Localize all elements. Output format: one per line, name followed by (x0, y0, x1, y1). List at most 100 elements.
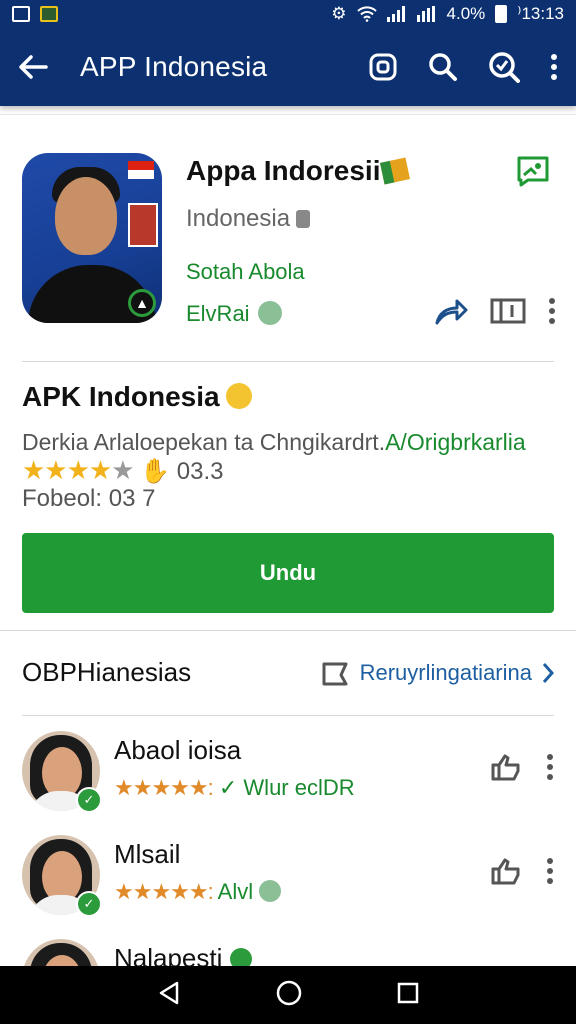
divider (22, 361, 554, 362)
clock: ⁾13:13 (517, 4, 564, 23)
smile-emoji-icon (225, 383, 252, 409)
verified-badge-icon: ✓ (76, 787, 102, 813)
lock-icon (296, 210, 311, 228)
bookmark-image-icon (517, 156, 549, 187)
list-item-name: Abaol ioisa (114, 735, 242, 765)
app-developer[interactable]: Indonesia (186, 205, 311, 233)
rating-value: 03.3 (176, 458, 224, 485)
triangle-back-icon (160, 981, 179, 1004)
list-item-sub-text: Wlur eclDR (243, 775, 355, 800)
rating-row: ★★★★★ ✋ 03.3 (22, 455, 224, 486)
verified-icon (257, 301, 282, 325)
list-item[interactable]: Nalapesti (22, 939, 554, 966)
list-item[interactable]: ✓ Abaol ioisa ★★★★★: ✓ Wlur eclDR (22, 731, 554, 821)
see-all-link[interactable]: Reruyrlingatiarina (320, 659, 554, 687)
app-meta: ElvRai (186, 301, 282, 327)
like-icon (491, 858, 520, 885)
share-button[interactable] (434, 295, 468, 332)
tag-search-icon (489, 52, 520, 83)
bookmark-button[interactable] (516, 155, 550, 192)
square-recents-icon (397, 982, 418, 1003)
download-count: Fobeol: 03 7 (22, 485, 156, 512)
meta-text: ElvRai (186, 301, 250, 326)
rating-stars: ★★★★★: (114, 775, 214, 800)
app-name: Appa Indoresii (186, 155, 411, 187)
gallery-button[interactable] (490, 297, 526, 330)
gallery-icon (490, 298, 526, 324)
like-icon (491, 754, 520, 781)
gallery-notification-icon (12, 6, 30, 22)
list-item[interactable]: ✓ Mlsail ★★★★★: Alvl (22, 835, 554, 925)
list-item-sub: ★★★★★: ✓ Wlur eclDR (114, 775, 355, 801)
more-options-button[interactable] (550, 54, 558, 80)
more-vert-icon (547, 754, 553, 780)
item-more-button[interactable] (546, 754, 554, 785)
nav-recents-button[interactable] (396, 981, 420, 1010)
list-header: OBPHianesias Reruyrlingatiarina (22, 657, 554, 688)
list-item-name-text: Nalapesti (114, 943, 223, 966)
arrow-left-icon (19, 55, 48, 79)
circle-home-icon (276, 980, 302, 1005)
portrait-face (55, 177, 117, 255)
app-bar: APP Indonesia (0, 28, 576, 106)
like-button[interactable] (490, 857, 522, 890)
app-icon[interactable]: ▲ (22, 153, 162, 323)
description-text: Derkia Arlaloepekan ta Chngikardrt. (22, 429, 386, 455)
search-icon (429, 53, 457, 81)
screen-icon (369, 53, 397, 81)
chevron-right-icon (542, 662, 554, 683)
list-item-name: Mlsail (114, 839, 181, 869)
share-icon (435, 299, 468, 325)
wifi-icon (356, 6, 377, 22)
more-vert-icon (547, 858, 553, 884)
screen-button[interactable] (368, 52, 398, 82)
tag-search-button[interactable] (488, 51, 520, 83)
developer-text: Indonesia (186, 205, 291, 232)
battery-icon (495, 5, 508, 23)
flag-icon (128, 161, 154, 179)
description-link[interactable]: A/Origbrkarlia (385, 429, 526, 455)
rating-stars: ★★★★★ (22, 455, 135, 485)
list-card: OBPHianesias Reruyrlingatiarina ✓ Abaol … (0, 630, 576, 966)
verified-badge-icon: ✓ (76, 891, 102, 917)
check-icon: ✓ (218, 775, 238, 800)
list-title: OBPHianesias (22, 657, 192, 687)
bookmark-outline-icon (322, 662, 348, 685)
app-notification-icon (40, 6, 58, 22)
clap-icon: ✋ (140, 458, 171, 485)
content-area: ▲ Appa Indoresii Indonesia Sotah Abola E… (0, 106, 576, 966)
verified-icon (259, 880, 282, 902)
verified-icon (229, 948, 252, 966)
nav-back-button[interactable] (156, 980, 182, 1011)
avatar (22, 939, 100, 966)
poster-image (128, 203, 158, 247)
navigation-bar (0, 966, 576, 1024)
tag-icon (380, 157, 411, 185)
app-more-button[interactable] (548, 298, 556, 329)
description: Derkia Arlaloepekan ta Chngikardrt.A/Ori… (22, 429, 526, 456)
list-item-sub: ★★★★★: Alvl (114, 879, 282, 905)
like-button[interactable] (490, 753, 522, 786)
rating-stars: ★★★★★: (114, 879, 214, 904)
app-info-card: ▲ Appa Indoresii Indonesia Sotah Abola E… (0, 114, 576, 634)
settings-status-icon: ⚙ (331, 4, 347, 23)
status-bar: ⚙ 4.0% ⁾13:13 (0, 0, 576, 28)
signal-2-icon (416, 6, 435, 22)
section-title-text: APK Indonesia (22, 381, 220, 412)
item-more-button[interactable] (546, 858, 554, 889)
page-title: APP Indonesia (80, 51, 268, 82)
app-subtitle: Sotah Abola (186, 259, 305, 284)
more-vert-icon (551, 54, 557, 80)
more-vert-icon (549, 298, 555, 324)
search-button[interactable] (428, 52, 458, 82)
list-item-name: Nalapesti (114, 943, 252, 966)
list-item-sub-text: Alvl (217, 879, 254, 904)
install-button[interactable]: Undu (22, 533, 554, 613)
battery-percent: 4.0% (446, 4, 486, 23)
see-all-text: Reruyrlingatiarina (359, 659, 532, 685)
nav-home-button[interactable] (275, 979, 303, 1012)
app-name-text: Appa Indoresii (186, 155, 381, 186)
section-title: APK Indonesia (22, 381, 252, 413)
back-button[interactable] (18, 54, 64, 80)
fire-badge-icon: ▲ (128, 289, 156, 317)
